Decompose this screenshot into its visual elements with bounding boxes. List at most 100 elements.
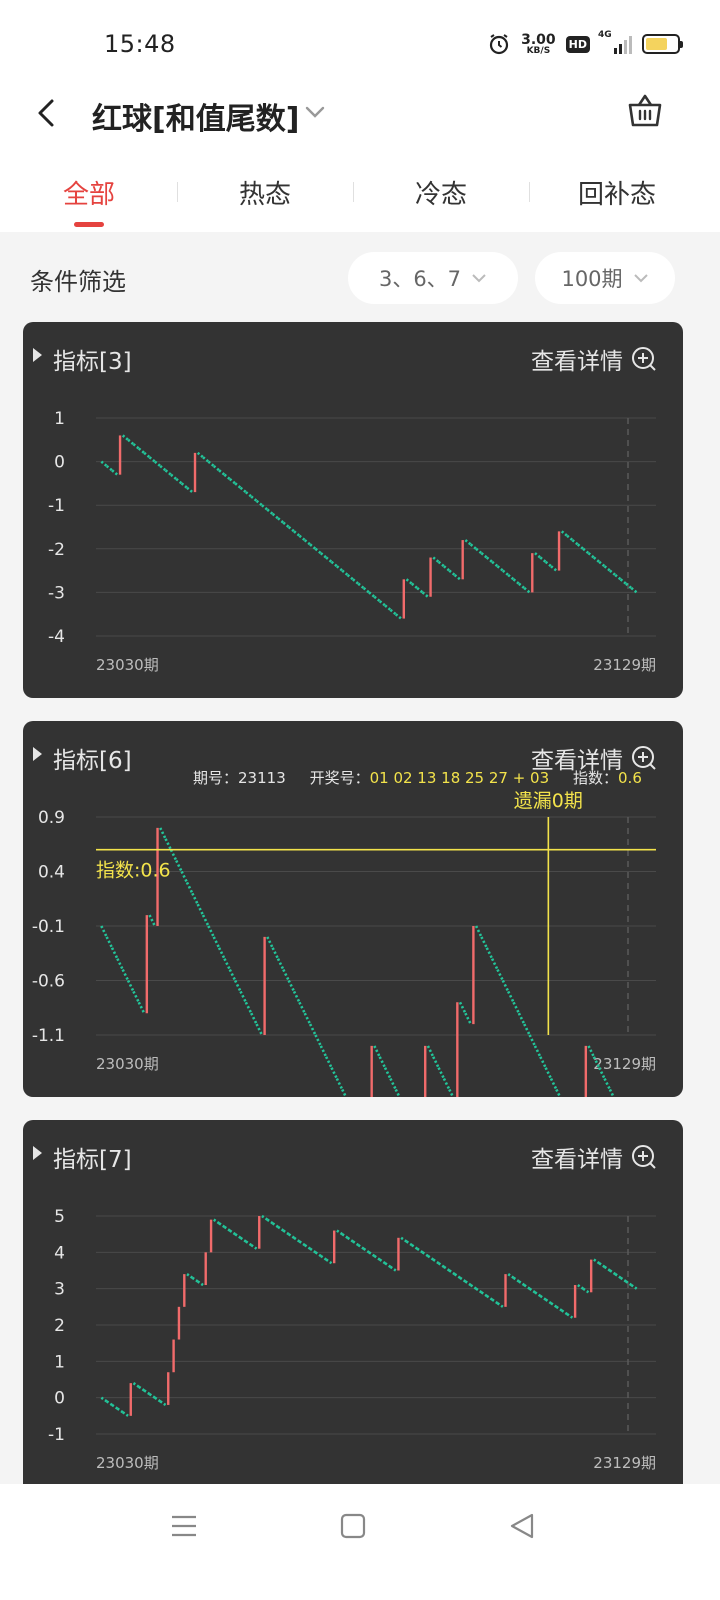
- down-step-segment: [539, 1056, 547, 1069]
- down-step-segment: [159, 827, 167, 840]
- down-step-segment: [394, 613, 402, 620]
- down-step-segment: [314, 547, 322, 555]
- down-step-segment: [111, 469, 119, 476]
- y-tick-label: -0.6: [32, 972, 65, 992]
- down-step-segment: [480, 552, 488, 559]
- down-step-segment: [485, 556, 493, 563]
- tab-active-indicator: [74, 222, 104, 227]
- y-tick-label: 0: [54, 1389, 65, 1409]
- card-title: 指标[3]: [53, 349, 132, 375]
- down-step-segment: [309, 543, 317, 550]
- down-step-segment: [298, 534, 306, 542]
- down-step-segment: [111, 1403, 119, 1410]
- down-step-segment: [271, 1222, 279, 1228]
- down-step-segment: [475, 1287, 483, 1294]
- down-step-segment: [164, 469, 172, 476]
- down-step-segment: [416, 587, 424, 594]
- down-step-segment: [534, 552, 542, 559]
- down-step-segment: [239, 1236, 247, 1243]
- tab-all[interactable]: 全部: [1, 174, 177, 211]
- tab-cold[interactable]: 冷态: [353, 174, 529, 211]
- down-step-segment: [304, 1243, 311, 1250]
- filter-label: 条件筛选: [30, 268, 126, 296]
- down-step-segment: [217, 947, 226, 960]
- down-step-segment: [389, 1078, 397, 1091]
- down-step-segment: [303, 539, 311, 546]
- down-step-segment: [507, 1273, 515, 1279]
- down-step-segment: [148, 456, 156, 463]
- down-step-segment: [528, 1287, 536, 1294]
- y-tick-label: 0.4: [38, 863, 65, 883]
- indicator-card-7: 5 4 3 2 1 0 -1 23030期 23129期 指标[7] 查看详情: [23, 1120, 683, 1484]
- basket-icon[interactable]: [626, 92, 664, 130]
- down-step-segment: [421, 591, 429, 598]
- x-end-label: 23129期: [593, 1055, 656, 1073]
- chevron-down-icon[interactable]: [304, 104, 326, 120]
- expand-arrow-icon[interactable]: [33, 747, 42, 761]
- down-step-segment: [507, 573, 515, 581]
- down-step-segment: [110, 947, 119, 960]
- down-step-segment: [603, 1265, 611, 1272]
- down-step-segment: [582, 1287, 590, 1294]
- down-step-segment: [512, 1276, 520, 1283]
- y-tick-label: 4: [54, 1243, 65, 1263]
- down-step-segment: [148, 1392, 156, 1399]
- down-step-segment: [314, 1251, 322, 1258]
- menu-icon[interactable]: [166, 1508, 202, 1544]
- signal-icon: 4G: [598, 30, 632, 54]
- expand-arrow-icon[interactable]: [33, 1146, 42, 1160]
- home-icon[interactable]: [335, 1508, 371, 1544]
- down-step-segment: [277, 517, 285, 524]
- down-step-segment: [469, 543, 477, 550]
- expand-arrow-icon[interactable]: [33, 348, 42, 362]
- down-step-segment: [287, 1233, 295, 1239]
- period-value: 23113: [238, 769, 286, 787]
- period-label: 期号：: [193, 769, 239, 787]
- page-title[interactable]: 红球[和值尾数]: [92, 94, 299, 138]
- down-step-segment: [154, 460, 162, 467]
- down-step-segment: [378, 600, 386, 607]
- down-step-segment: [298, 1240, 306, 1247]
- down-step-segment: [544, 1067, 553, 1080]
- down-step-segment: [544, 560, 552, 568]
- down-step-segment: [266, 508, 274, 515]
- tab-rebound[interactable]: 回补态: [529, 174, 705, 211]
- down-step-segment: [486, 1294, 493, 1301]
- back-nav-icon[interactable]: [504, 1508, 540, 1544]
- down-step-segment: [426, 1045, 435, 1058]
- down-step-segment: [100, 925, 108, 938]
- down-step-segment: [384, 604, 392, 611]
- down-step-segment: [170, 473, 178, 481]
- down-step-segment: [389, 608, 397, 616]
- tab-hot[interactable]: 热态: [177, 174, 353, 211]
- down-step-segment: [245, 1240, 252, 1247]
- view-details-button[interactable]: 查看详情: [531, 342, 657, 376]
- number-filter-dropdown[interactable]: 3、6、7: [348, 252, 518, 304]
- network-speed-unit: KB/S: [526, 45, 551, 56]
- down-step-segment: [560, 530, 568, 537]
- down-step-segment: [496, 565, 504, 572]
- down-step-segment: [207, 460, 215, 467]
- down-step-segment: [501, 979, 510, 992]
- down-step-segment: [619, 1276, 627, 1283]
- down-step-segment: [443, 565, 451, 572]
- down-step-segment: [518, 582, 526, 590]
- y-tick-label: -1: [48, 1425, 65, 1445]
- down-step-segment: [164, 838, 173, 851]
- period-filter-dropdown[interactable]: 100期: [535, 252, 675, 304]
- down-step-segment: [325, 1056, 333, 1069]
- down-step-segment: [245, 491, 253, 498]
- down-step-segment: [582, 547, 590, 555]
- network-type: 4G: [598, 30, 612, 40]
- chevron-down-icon: [633, 274, 648, 283]
- view-details-button[interactable]: 查看详情: [531, 1140, 657, 1174]
- down-step-segment: [277, 1225, 285, 1232]
- down-step-segment: [105, 464, 113, 472]
- down-step-segment: [490, 958, 499, 971]
- number-filter-value: 3、6、7: [378, 267, 462, 291]
- down-step-segment: [571, 539, 579, 546]
- back-arrow-icon[interactable]: [30, 96, 64, 130]
- down-step-segment: [560, 1309, 568, 1316]
- down-step-segment: [442, 1078, 451, 1091]
- y-tick-label: 1: [54, 409, 65, 429]
